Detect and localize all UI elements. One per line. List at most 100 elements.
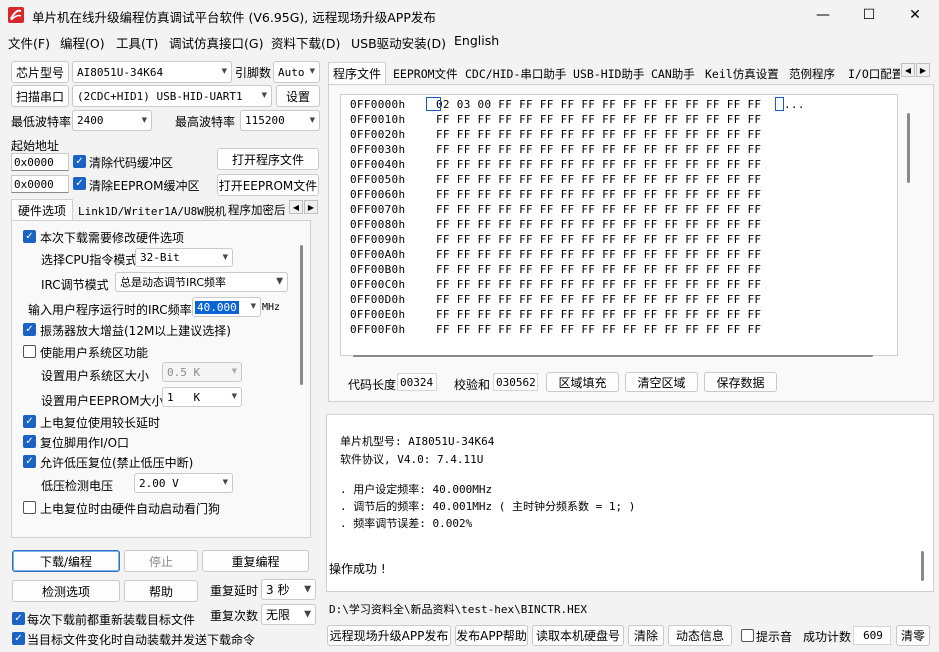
tab-usb-hid[interactable]: USB-HID助手 [573, 66, 644, 82]
menu-debug[interactable]: 调试仿真接口(G) [169, 33, 263, 52]
hex-view[interactable]: 0FF0000h 02 03 00 FF FF FF FF FF FF FF FF… [340, 94, 910, 357]
menu-usb-driver[interactable]: USB驱动安装(D) [351, 33, 446, 52]
modify-hardware-checkbox[interactable]: ✓ [23, 230, 36, 243]
right-tab-scroll-left-icon[interactable]: ◀ [901, 63, 915, 77]
open-program-file-button[interactable]: 打开程序文件 [217, 148, 319, 170]
lvd-voltage-select[interactable]: 2.00 V ▼ [134, 473, 233, 493]
beep-label: 提示音 [756, 630, 793, 644]
code-start-address-input[interactable]: 0x0000 [11, 153, 69, 171]
tab-scroll-left-icon[interactable]: ◀ [289, 200, 303, 214]
maximize-button[interactable]: ☐ [846, 0, 892, 30]
port-select[interactable]: (2CDC+HID1) USB-HID-UART1 ▼ [72, 85, 272, 107]
stop-button[interactable]: 停止 [124, 550, 198, 572]
output-log[interactable]: 单片机型号: AI8051U-34K64 软件协议, V4.0: 7.4.11U… [326, 414, 934, 592]
min-baud-select[interactable]: 2400 ▼ [72, 110, 152, 131]
region-fill-button[interactable]: 区域填充 [546, 372, 619, 392]
system-area-size-select[interactable]: 0.5 K ▼ [162, 362, 242, 382]
modify-hardware-label: 本次下载需要修改硬件选项 [40, 231, 185, 245]
menu-program[interactable]: 编程(O) [60, 33, 105, 52]
tab-hardware-options[interactable]: 硬件选项 [18, 202, 66, 219]
osc-gain-checkbox[interactable]: ✓ [23, 323, 36, 336]
reset-pin-io-checkbox[interactable]: ✓ [23, 435, 36, 448]
hex-hscroll-thumb[interactable] [353, 355, 873, 357]
repeat-delay-value: 3 秒 [266, 583, 290, 597]
system-area-size-label: 设置用户系统区大小 [41, 369, 150, 383]
repeat-delay-select[interactable]: 3 秒 ▼ [261, 579, 316, 600]
save-data-button[interactable]: 保存数据 [704, 372, 777, 392]
log-line-adjusted-frequency: . 调节后的频率: 40.001MHz ( 主时钟分频系数 = 1; ) [340, 500, 636, 513]
clear-code-label: 清除代码缓冲区 [89, 156, 174, 170]
irc-frequency-input[interactable]: 40.000 ▼ [192, 297, 261, 317]
hex-row: 0FF00A0h FF FF FF FF FF FF FF FF FF FF FF… [350, 248, 761, 261]
detect-options-button[interactable]: 检测选项 [12, 580, 120, 602]
clear-region-button[interactable]: 清空区域 [625, 372, 698, 392]
clear-log-button[interactable]: 清除 [628, 625, 664, 646]
chevron-down-icon: ▼ [222, 477, 228, 488]
beep-checkbox[interactable] [741, 629, 754, 642]
max-baud-select[interactable]: 115200 ▼ [240, 110, 320, 131]
eeprom-start-address-input[interactable]: 0x0000 [11, 175, 69, 193]
clear-eeprom-checkbox[interactable]: ✓ [73, 177, 86, 190]
eeprom-size-select[interactable]: 1 K ▼ [162, 387, 242, 407]
menu-english[interactable]: English [454, 33, 499, 48]
download-program-button[interactable]: 下载/编程 [12, 550, 120, 572]
hex-vscroll-thumb[interactable] [907, 113, 910, 183]
checksum-label: 校验和 [454, 378, 491, 392]
hex-row: 0FF0000h 02 03 00 FF FF FF FF FF FF FF FF… [350, 98, 804, 111]
reprogram-button[interactable]: 重复编程 [202, 550, 309, 572]
publish-app-button[interactable]: 远程现场升级APP发布 [327, 625, 451, 646]
hex-row-bytes: FF FF FF FF FF FF FF FF FF FF FF FF FF F… [436, 218, 762, 231]
clear-code-checkbox[interactable]: ✓ [73, 155, 86, 168]
irc-frequency-value: 40.000 [195, 300, 239, 314]
app-logo-icon [8, 7, 24, 23]
scan-port-button[interactable]: 扫描串口 [11, 85, 69, 107]
open-eeprom-file-button[interactable]: 打开EEPROM文件 [217, 174, 319, 196]
pin-count-select[interactable]: Auto ▼ [273, 61, 320, 83]
system-area-size-value: 0.5 K [167, 365, 201, 379]
tab-program-encrypt[interactable]: 程序加密后 [228, 202, 286, 218]
chip-model-button[interactable]: 芯片型号 [11, 61, 69, 83]
tab-program-file[interactable]: 程序文件 [333, 65, 381, 82]
user-system-area-checkbox[interactable] [23, 345, 36, 358]
tab-cdc-hid-serial[interactable]: CDC/HID-串口助手 [465, 66, 566, 82]
tab-keil-sim[interactable]: Keil仿真设置 [705, 66, 779, 82]
minimize-button[interactable]: — [800, 0, 846, 30]
tab-can[interactable]: CAN助手 [651, 66, 695, 82]
read-disk-id-button[interactable]: 读取本机硬盘号 [532, 625, 624, 646]
tab-eeprom-file[interactable]: EEPROM文件 [393, 66, 458, 82]
power-on-delay-checkbox[interactable]: ✓ [23, 415, 36, 428]
irc-frequency-unit: MHz [262, 302, 281, 313]
irc-frequency-label: 输入用户程序运行时的IRC频率 [28, 303, 192, 317]
chevron-down-icon: ▼ [276, 276, 283, 287]
reset-count-button[interactable]: 清零 [896, 625, 930, 646]
menu-file[interactable]: 文件(F) [8, 33, 50, 52]
tab-io-config[interactable]: I/O口配置 [848, 66, 900, 82]
publish-help-button[interactable]: 发布APP帮助 [455, 625, 528, 646]
dynamic-info-button[interactable]: 动态信息 [668, 625, 732, 646]
cpu-mode-select[interactable]: 32-Bit ▼ [135, 248, 233, 267]
repeat-count-select[interactable]: 无限 ▼ [261, 604, 316, 625]
tab-examples[interactable]: 范例程序 [789, 66, 835, 82]
hex-row-address: 0FF0090h [350, 233, 406, 246]
hex-row-address: 0FF0000h [350, 98, 406, 111]
chip-model-select[interactable]: AI8051U-34K64 ▼ [72, 61, 232, 83]
tab-scroll-right-icon[interactable]: ▶ [304, 200, 318, 214]
help-button[interactable]: 帮助 [124, 580, 198, 602]
reload-before-download-checkbox[interactable]: ✓ [12, 612, 25, 625]
menu-tools[interactable]: 工具(T) [116, 33, 158, 52]
menu-downloads[interactable]: 资料下载(D) [271, 33, 340, 52]
low-voltage-reset-checkbox[interactable]: ✓ [23, 455, 36, 468]
port-settings-button[interactable]: 设置 [276, 85, 320, 107]
close-button[interactable]: ✕ [892, 0, 938, 30]
irc-mode-select[interactable]: 总是动态调节IRC频率 ▼ [115, 272, 288, 292]
tab-link1d-offline[interactable]: Link1D/Writer1A/U8W脱机 [78, 203, 226, 219]
log-vscroll-thumb[interactable] [921, 551, 924, 581]
hex-row-address: 0FF00F0h [350, 323, 406, 336]
hex-row-bytes: FF FF FF FF FF FF FF FF FF FF FF FF FF F… [436, 308, 762, 321]
right-tab-scroll-right-icon[interactable]: ▶ [916, 63, 930, 77]
auto-send-checkbox[interactable]: ✓ [12, 632, 25, 645]
options-scrollbar-thumb[interactable] [300, 245, 303, 385]
watchdog-checkbox[interactable] [23, 501, 36, 514]
hex-row-address: 0FF00A0h [350, 248, 406, 261]
clear-eeprom-label: 清除EEPROM缓冲区 [89, 179, 200, 193]
